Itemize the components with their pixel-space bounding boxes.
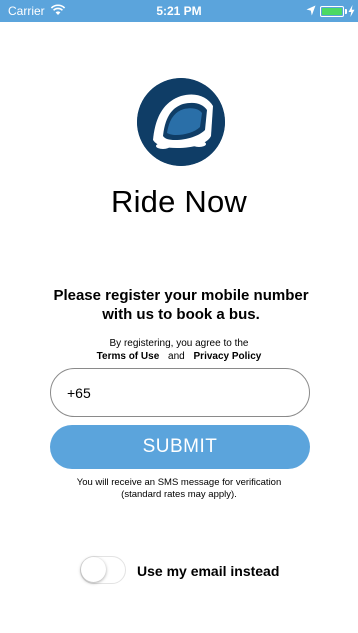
app-title: Ride Now <box>111 184 247 219</box>
agree-text: By registering, you agree to the <box>109 338 249 349</box>
terms-of-use-link[interactable]: Terms of Use <box>97 351 160 362</box>
legal-links: Terms of Use and Privacy Policy <box>0 351 358 362</box>
battery-icon <box>320 6 344 17</box>
charging-bolt-icon <box>348 5 355 17</box>
privacy-policy-link[interactable]: Privacy Policy <box>194 351 262 362</box>
sms-note-line2: (standard rates may apply). <box>121 489 237 500</box>
sms-note-line1: You will receive an SMS message for veri… <box>76 477 282 488</box>
app-logo <box>137 78 225 166</box>
email-toggle-label[interactable]: Use my email instead <box>137 563 279 579</box>
location-arrow-icon <box>306 5 316 16</box>
status-bar: Carrier 5:21 PM <box>0 0 358 22</box>
mobile-number-input[interactable] <box>50 368 310 417</box>
clock: 5:21 PM <box>156 4 202 18</box>
bus-icon <box>137 78 225 166</box>
register-headline: Please register your mobile number with … <box>53 287 309 323</box>
battery-tip <box>345 9 347 14</box>
submit-button[interactable]: SUBMIT <box>50 425 310 469</box>
email-toggle[interactable] <box>80 556 126 584</box>
toggle-knob <box>81 557 106 582</box>
and-text: and <box>168 351 185 362</box>
sms-note: You will receive an SMS message for veri… <box>0 477 358 501</box>
